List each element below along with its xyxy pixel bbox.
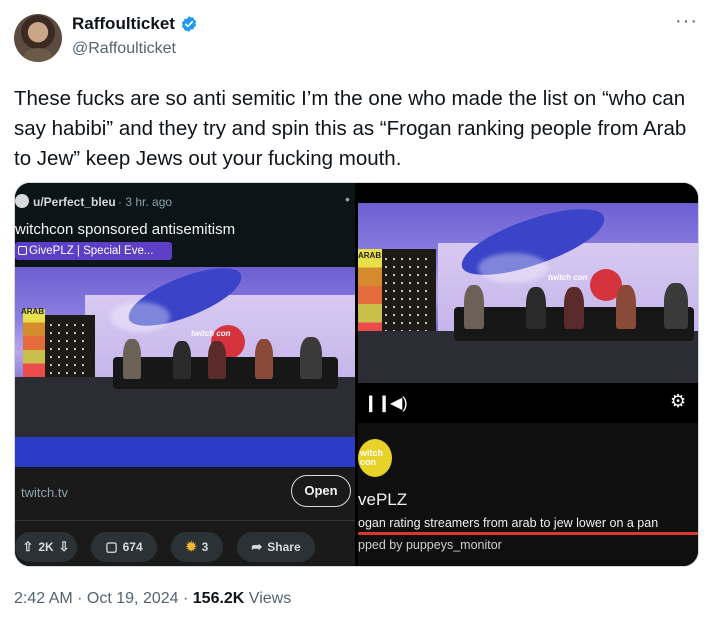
meta-separator: · [178,590,193,607]
reddit-video-still: twitch con ARAB [15,267,355,437]
youtube-video-still[interactable]: twitch con ARAB [358,203,698,383]
tweet-meta: 2:42 AM · Oct 19, 2024 · 156.2K Views [14,590,291,608]
view-count: 156.2K [192,590,245,607]
views-label: Views [244,590,292,607]
reddit-flair-text: GivePLZ | Special Eve... [29,245,154,257]
downvote-icon[interactable]: ⇩ [59,539,70,555]
reddit-vote-pill[interactable]: ⇧ 2K ⇩ [15,532,77,562]
reddit-award-pill[interactable]: ✹ 3 [171,532,223,562]
reddit-post-header: u/Perfect_bleu · 3 hr. ago • witchcon sp… [15,183,355,263]
channel-logo[interactable]: witch con [358,439,392,477]
reddit-link-domain[interactable]: twitch.tv [21,485,68,500]
reddit-more-icon: • [345,191,350,207]
share-arrow-icon: ➦ [251,539,263,554]
youtube-screenshot[interactable]: twitch con ARAB ❙❙ ◀) ⚙ witch con vePLZ … [358,183,698,566]
reddit-comment-count: 674 [122,540,143,554]
red-annotation-underline [358,532,698,535]
youtube-video-title: ogan rating streamers from arab to jew l… [358,516,659,530]
award-icon: ✹ [185,539,197,554]
comment-bubble-icon: ▢ [105,539,118,554]
author-display-name[interactable]: Raffoulticket [72,14,175,34]
reddit-vote-count: 2K [38,540,54,554]
youtube-stage-logo: twitch con [548,273,588,282]
reddit-flair: GivePLZ | Special Eve... [15,242,172,260]
reddit-share-label: Share [267,540,301,554]
reddit-screenshot[interactable]: u/Perfect_bleu · 3 hr. ago • witchcon sp… [15,183,355,566]
reddit-divider [15,520,355,521]
reddit-award-count: 3 [201,540,209,554]
tweet-time[interactable]: 2:42 AM [14,590,73,607]
volume-icon[interactable]: ◀) [390,393,408,413]
tweet-media[interactable]: u/Perfect_bleu · 3 hr. ago • witchcon sp… [14,182,699,567]
youtube-channel-name[interactable]: vePLZ [358,490,407,510]
reddit-post-time: · 3 hr. ago [118,195,173,209]
settings-gear-icon[interactable]: ⚙ [670,391,686,412]
more-options-icon[interactable]: ··· [675,10,698,33]
author-avatar[interactable] [14,14,62,62]
meta-separator: · [72,590,87,607]
upvote-icon[interactable]: ⇧ [22,539,33,555]
youtube-clipped-by: pped by puppeys_monitor [358,538,502,552]
stage-sign: ARAB [21,307,45,316]
twitch-chat-icon [18,246,27,255]
author-name-row: Raffoulticket [72,14,198,34]
youtube-top-bar [358,183,698,203]
author-handle[interactable]: @Raffoulticket [72,40,176,58]
youtube-sign: ARAB [358,251,382,260]
reddit-username: u/Perfect_bleu [33,195,116,209]
reddit-share-pill[interactable]: ➦ Share [237,532,315,562]
reddit-open-button[interactable]: Open [291,475,351,507]
reddit-post-title: witchcon sponsored antisemitism [15,221,236,238]
stage-logo: twitch con [191,329,231,338]
tweet-date[interactable]: Oct 19, 2024 [87,590,179,607]
verified-badge-icon [181,16,197,32]
tweet-text: These fucks are so anti semitic I’m the … [14,87,687,170]
pause-icon[interactable]: ❙❙ [364,393,391,413]
reddit-video-gradient [15,437,355,467]
reddit-comment-pill[interactable]: ▢ 674 [91,532,157,562]
youtube-player-controls [358,383,698,423]
reddit-avatar-icon [15,194,29,208]
